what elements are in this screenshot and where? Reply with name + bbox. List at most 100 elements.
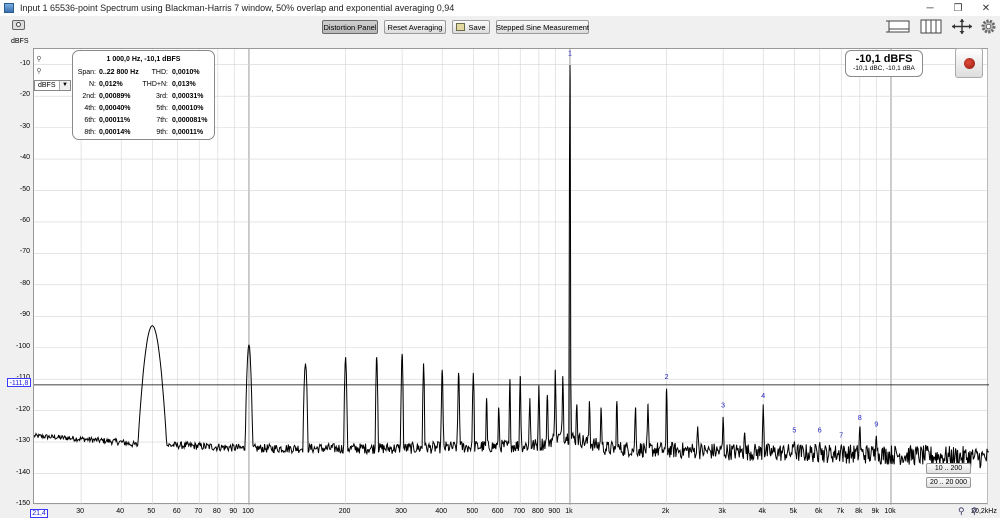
x-start-box[interactable]: 21,4 bbox=[30, 509, 48, 518]
save-button[interactable]: Save bbox=[452, 20, 490, 34]
y-tick-label: -20 bbox=[19, 91, 30, 99]
harmonic-label: 5 bbox=[792, 428, 796, 435]
unit-selector-value: dBFS bbox=[38, 82, 56, 89]
harmonic-label: 6 bbox=[818, 428, 822, 435]
save-label: Save bbox=[468, 22, 486, 32]
graph-layout-icon[interactable] bbox=[886, 18, 912, 35]
distortion-value: 0,00010% bbox=[172, 105, 204, 112]
window-title: Input 1 65536-point Spectrum using Black… bbox=[20, 3, 455, 13]
x-tick-label: 50 bbox=[147, 508, 156, 515]
title-bar: Input 1 65536-point Spectrum using Black… bbox=[0, 0, 1000, 16]
y-tick-label: -60 bbox=[19, 216, 30, 224]
x-tick-label: 6k bbox=[815, 508, 823, 515]
x-tick-label: 9k bbox=[871, 508, 879, 515]
harmonic-label: 8 bbox=[858, 415, 862, 422]
y-unit-label: dBFS bbox=[11, 38, 29, 45]
x-tick-label: 30 bbox=[76, 508, 84, 515]
split-view-icon[interactable] bbox=[919, 18, 943, 35]
y-tick-label: -80 bbox=[19, 279, 30, 287]
distortion-row: 6th: 0,00011% 7th: 0,000081% bbox=[73, 117, 214, 127]
distortion-value: 0..22 800 Hz bbox=[99, 69, 139, 76]
x-tick-label: 3k bbox=[718, 508, 726, 515]
x-tick-label: 1k bbox=[565, 508, 573, 515]
distortion-label: THD: bbox=[151, 69, 168, 76]
distortion-value: 0,00040% bbox=[99, 105, 131, 112]
x-tick-label: 70 bbox=[194, 508, 203, 515]
x-tick-label: 5k bbox=[789, 508, 798, 515]
y-tick-label: -150 bbox=[15, 500, 30, 507]
y-tick-label: -40 bbox=[19, 154, 30, 162]
y-tick-label: -70 bbox=[19, 248, 30, 256]
distortion-row: 4th: 0,00040% 5th: 0,00010% bbox=[73, 105, 214, 115]
cursor-level-box[interactable]: -111,8 bbox=[7, 378, 31, 387]
x-tick-label: 500 bbox=[466, 508, 479, 515]
x-tick-label: 200 bbox=[338, 508, 351, 515]
x-tick-label: 90 bbox=[229, 508, 238, 515]
y-zoom-in-icon[interactable]: ⚲ bbox=[35, 56, 43, 64]
x-tick-label: 300 bbox=[395, 508, 407, 515]
harmonic-label: 7 bbox=[839, 432, 843, 439]
app-icon bbox=[4, 3, 14, 13]
distortion-value: 0,012% bbox=[99, 81, 123, 88]
level-meter: -10,1 dBFS -10,1 dBC, -10,1 dBA bbox=[845, 50, 923, 77]
distortion-label: 2nd: bbox=[82, 93, 96, 100]
y-zoom-out-icon[interactable]: ⚲ bbox=[35, 68, 43, 76]
x-tick-label: 100 bbox=[242, 508, 254, 515]
distortion-value: 0,013% bbox=[172, 81, 196, 88]
save-icon bbox=[456, 23, 466, 31]
x-tick-label: 2k bbox=[661, 508, 670, 515]
distortion-row: 8th: 0,00014% 9th: 0,00011% bbox=[73, 129, 214, 139]
harmonic-label: 4 bbox=[761, 393, 765, 400]
y-tick-label: -10 bbox=[19, 59, 30, 67]
record-button[interactable] bbox=[955, 48, 983, 78]
distortion-label: Span: bbox=[77, 69, 96, 76]
x-zoom-in-icon[interactable]: ⚲ bbox=[958, 506, 965, 517]
level-sub: -10,1 dBC, -10,1 dBA bbox=[853, 65, 915, 72]
distortion-value: 0,00011% bbox=[99, 117, 131, 124]
distortion-value: 0,00089% bbox=[99, 93, 131, 100]
distortion-row: Span: 0..22 800 Hz THD: 0,0010% bbox=[73, 69, 214, 79]
unit-selector[interactable]: dBFS ▼ bbox=[34, 80, 71, 91]
x-tick-label: 700 bbox=[513, 508, 526, 515]
maximize-button[interactable]: ❐ bbox=[944, 0, 972, 16]
distortion-label: 4th: bbox=[84, 105, 96, 112]
gear-icon[interactable] bbox=[980, 18, 997, 35]
harmonic-label: 9 bbox=[874, 421, 878, 428]
chevron-down-icon: ▼ bbox=[59, 81, 70, 90]
x-tick-label: 10k bbox=[884, 508, 896, 515]
harmonic-label: 1 bbox=[568, 50, 572, 57]
distortion-label: 6th: bbox=[84, 117, 96, 124]
x-tick-label: 60 bbox=[172, 508, 181, 515]
y-tick-label: -140 bbox=[15, 468, 30, 476]
reset-averaging-button[interactable]: Reset Averaging bbox=[384, 20, 446, 34]
y-tick-label: -90 bbox=[19, 311, 30, 319]
x-zoom-out-icon[interactable]: ⚲ bbox=[971, 506, 978, 517]
x-tick-label: 800 bbox=[532, 508, 544, 515]
x-tick-label: 900 bbox=[548, 508, 561, 515]
distortion-value: 0,00014% bbox=[99, 129, 131, 136]
zoom-10-200-button[interactable]: 10 .. 200 bbox=[926, 463, 971, 474]
y-tick-label: -50 bbox=[19, 185, 30, 193]
distortion-value: 0,000081% bbox=[172, 117, 208, 124]
camera-icon[interactable] bbox=[12, 20, 25, 30]
y-tick-label: -120 bbox=[15, 405, 30, 413]
x-tick-label: 7k bbox=[836, 508, 844, 515]
distortion-panel-button[interactable]: Distortion Panel bbox=[322, 20, 378, 34]
distortion-header: 1 000,0 Hz, -10,1 dBFS bbox=[106, 56, 181, 63]
distortion-label: 8th: bbox=[84, 129, 96, 136]
stepped-sine-button[interactable]: Stepped Sine Measurement bbox=[496, 20, 589, 34]
x-tick-label: 600 bbox=[491, 508, 504, 515]
zoom-20-20000-button[interactable]: 20 .. 20 000 bbox=[926, 477, 971, 488]
distortion-label: 5th: bbox=[156, 105, 168, 112]
minimize-button[interactable]: ─ bbox=[916, 0, 944, 16]
distortion-value: 0,00031% bbox=[172, 93, 204, 100]
x-tick-label: 40 bbox=[116, 508, 125, 515]
close-button[interactable]: ✕ bbox=[972, 0, 1000, 16]
x-tick-label: 80 bbox=[212, 508, 221, 515]
pan-zoom-icon[interactable] bbox=[950, 18, 974, 35]
x-tick-label: 400 bbox=[435, 508, 448, 515]
x-tick-label: 8k bbox=[855, 508, 863, 515]
x-tick-label: 4k bbox=[758, 508, 766, 515]
distortion-label: 7th: bbox=[156, 117, 168, 124]
y-tick-label: -100 bbox=[15, 342, 30, 350]
